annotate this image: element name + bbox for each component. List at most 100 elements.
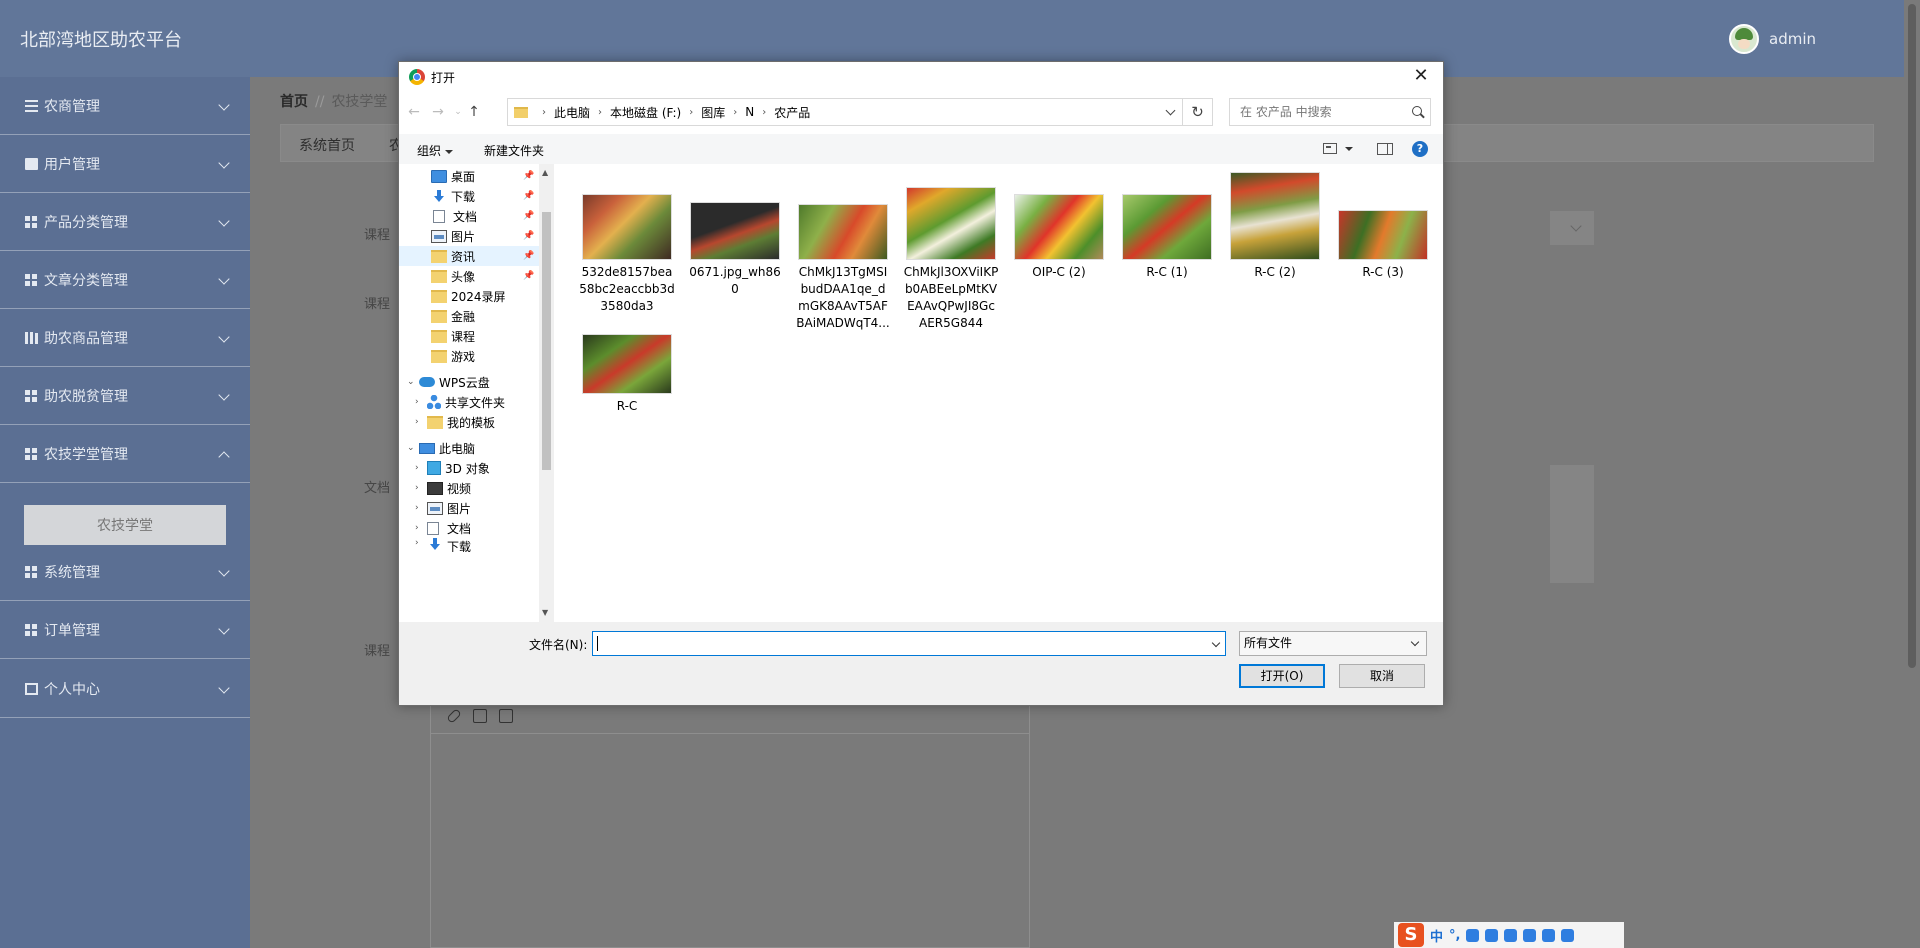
breadcrumb-segment[interactable]: 本地磁盘 (F:) [610,104,681,121]
chevron-right-icon[interactable]: › [598,107,602,118]
file-type-select[interactable]: 所有文件 [1239,631,1427,656]
avatar[interactable] [1729,24,1759,54]
scrollbar-thumb[interactable] [542,212,551,470]
cancel-button[interactable]: 取消 [1339,664,1425,688]
sidebar-item-school[interactable]: 农技学堂管理 [0,425,250,483]
forward-arrow-icon[interactable]: → [429,104,447,120]
image-icon[interactable] [473,708,487,723]
document-textarea[interactable] [1550,465,1594,583]
help-icon[interactable]: ? [1412,141,1428,157]
chevron-right-icon[interactable]: › [733,107,737,118]
sidebar-item-system[interactable]: 系统管理 [0,543,250,601]
chevron-down-icon[interactable] [1165,105,1176,116]
scroll-down-icon[interactable]: ▼ [542,608,548,617]
chevron-right-icon[interactable]: › [762,107,766,118]
caret-down-icon[interactable] [1345,147,1353,151]
sogou-logo-icon[interactable]: S [1398,923,1424,947]
assistant-icon[interactable] [1523,928,1537,942]
chevron-right-icon[interactable]: › [542,107,546,118]
close-button[interactable]: ✕ [1399,62,1443,92]
toolbox-icon[interactable] [1542,928,1556,942]
tree-item-templates[interactable]: › 我的模板 [399,412,539,432]
course-category-select[interactable] [1550,211,1594,245]
file-item[interactable]: ChMkJl3OXViIKPb0ABEeLpMtKVEAAvQPwJI8GcAE… [899,187,1003,332]
file-item[interactable]: R-C (3) [1331,210,1435,281]
chevron-right-icon[interactable]: › [415,503,427,513]
ime-mode-toggle[interactable]: 中 [1430,926,1443,945]
tree-item-3d-objects[interactable]: › 3D 对象 [399,458,539,478]
chevron-down-icon[interactable] [1211,638,1221,648]
chevron-right-icon[interactable]: › [415,538,427,548]
breadcrumb-home[interactable]: 首页 [280,94,308,110]
tree-item-downloads-pc[interactable]: › 下载 [399,538,539,552]
file-item[interactable]: R-C (2) [1223,172,1327,281]
tree-item-wps-cloud[interactable]: ⌄ WPS云盘 [399,372,539,392]
filename-input[interactable] [592,631,1226,656]
tree-item-shared[interactable]: › 共享文件夹 [399,392,539,412]
chevron-down-icon[interactable]: ⌄ [407,377,419,387]
tree-item-finance[interactable]: 金融 [399,306,539,326]
sidebar-item-article-category[interactable]: 文章分类管理 [0,251,250,309]
breadcrumb-segment[interactable]: 此电脑 [554,104,590,121]
scrollbar-thumb[interactable] [1908,4,1916,668]
chevron-right-icon[interactable]: › [415,417,427,427]
tab-home[interactable]: 系统首页 [299,135,355,155]
ime-punctuation-toggle[interactable]: °, [1449,928,1460,943]
file-item[interactable]: 0671.jpg_wh860 [683,202,787,298]
new-folder-button[interactable]: 新建文件夹 [484,142,544,159]
keyboard-icon[interactable] [1485,928,1499,942]
user-menu[interactable]: admin [1729,24,1816,54]
tree-item-this-pc[interactable]: ⌄ 此电脑 [399,438,539,458]
breadcrumb-segment[interactable]: 图库 [701,104,725,121]
skin-icon[interactable] [1504,928,1518,942]
file-item[interactable]: 532de8157bea58bc2eaccbb3d3580da3 [575,194,679,315]
search-input[interactable]: 在 农产品 中搜索 [1229,98,1431,126]
microphone-icon[interactable] [1466,928,1480,942]
tree-item-pictures-pc[interactable]: › 图片 [399,498,539,518]
file-item[interactable]: ChMkJ13TgMSIbudDAA1qe_dmGK8AAvT5AFBAiMAD… [791,204,895,332]
link-icon[interactable] [446,707,462,724]
submenu-item-school[interactable]: 农技学堂 [24,505,226,545]
up-arrow-icon[interactable]: ↑ [465,104,483,120]
navigation-scrollbar[interactable]: ▲ ▼ [539,164,554,622]
sidebar-item-product-category[interactable]: 产品分类管理 [0,193,250,251]
chevron-right-icon[interactable]: › [415,463,427,473]
tree-item-videos[interactable]: › 视频 [399,478,539,498]
change-view-icon[interactable] [1323,143,1337,154]
breadcrumb-segment[interactable]: 农产品 [774,104,810,121]
organize-button[interactable]: 组织 [417,142,454,159]
tree-item-documents[interactable]: 文档 📌 [399,206,539,226]
open-button[interactable]: 打开(O) [1239,664,1325,688]
tree-item-courses[interactable]: 课程 [399,326,539,346]
file-item[interactable]: R-C [575,334,679,415]
tree-item-news[interactable]: 资讯 📌 [399,246,539,266]
chevron-down-icon[interactable]: ⌄ [407,443,419,453]
preview-pane-icon[interactable] [1377,143,1393,155]
scroll-up-icon[interactable]: ▲ [542,168,548,177]
chevron-right-icon[interactable]: › [415,483,427,493]
settings-icon[interactable] [1561,928,1575,942]
tree-item-games[interactable]: 游戏 [399,346,539,366]
chevron-right-icon[interactable]: › [415,523,427,533]
sidebar-item-orders[interactable]: 订单管理 [0,601,250,659]
page-scrollbar[interactable] [1904,0,1920,948]
tree-item-recordings[interactable]: 2024录屏 [399,286,539,306]
chevron-right-icon[interactable]: › [689,107,693,118]
refresh-button[interactable]: ↻ [1183,98,1213,126]
tree-item-desktop[interactable]: 桌面 📌 [399,166,539,186]
file-item[interactable]: OIP-C (2) [1007,194,1111,281]
sidebar-item-goods[interactable]: 助农商品管理 [0,309,250,367]
chevron-right-icon[interactable]: › [415,397,427,407]
tree-item-pictures[interactable]: 图片 📌 [399,226,539,246]
file-item[interactable]: R-C (1) [1115,194,1219,281]
back-arrow-icon[interactable]: ← [405,104,423,120]
sidebar-item-poverty[interactable]: 助农脱贫管理 [0,367,250,425]
video-icon[interactable] [499,708,513,723]
breadcrumb-segment[interactable]: N [745,105,754,119]
rich-text-editor[interactable] [430,697,1030,948]
tree-item-documents-pc[interactable]: › 文档 [399,518,539,538]
sidebar-item-farmer-business[interactable]: 农商管理 [0,77,250,135]
address-bar[interactable]: › 此电脑 › 本地磁盘 (F:) › 图库 › N › 农产品 [507,98,1183,126]
tree-item-downloads[interactable]: 下载 📌 [399,186,539,206]
sidebar-item-profile[interactable]: 个人中心 [0,660,250,718]
